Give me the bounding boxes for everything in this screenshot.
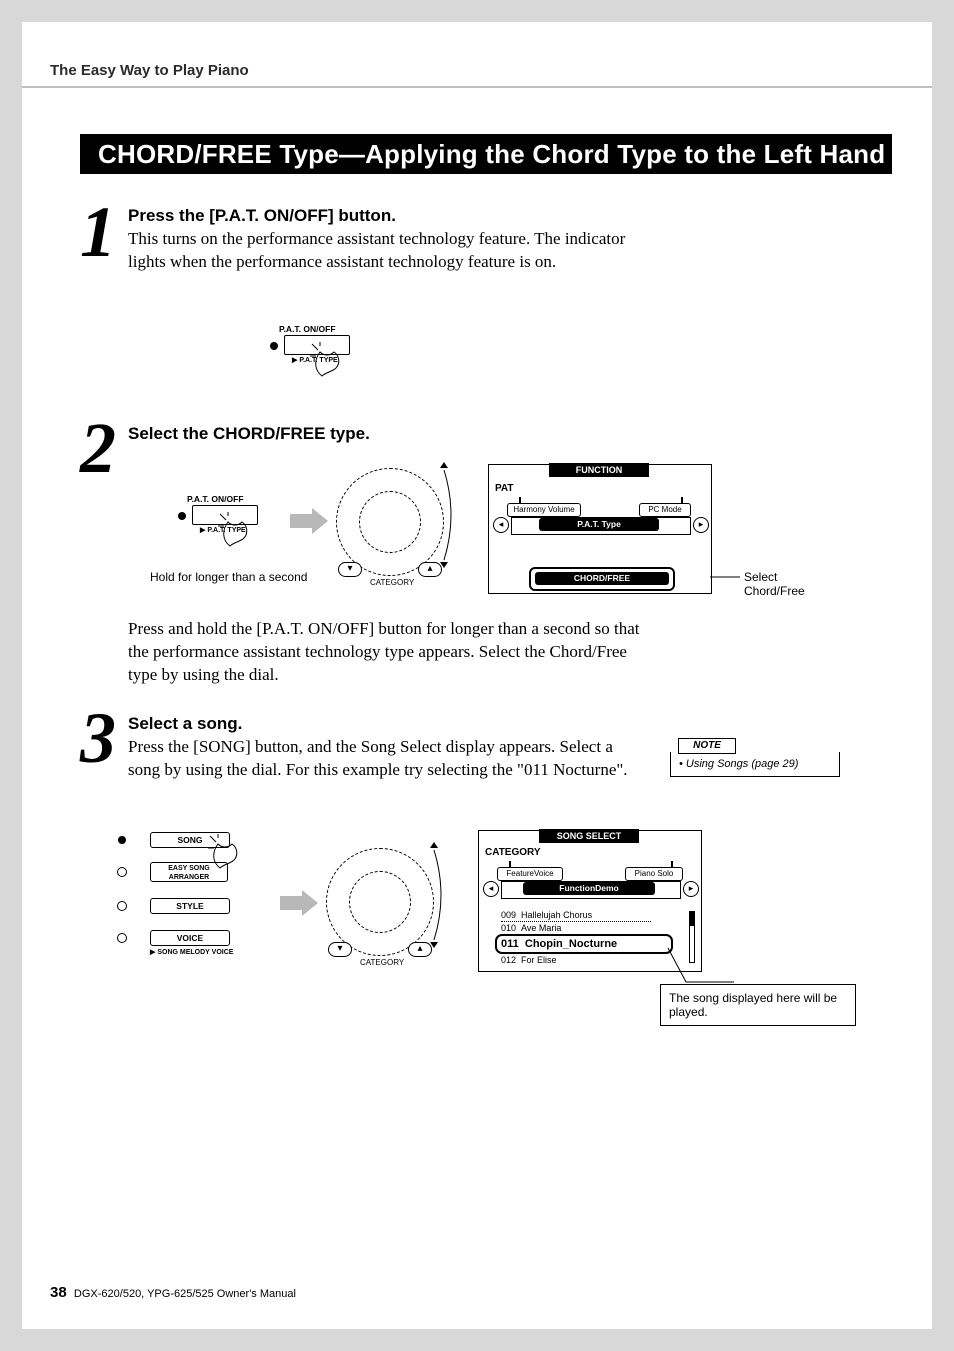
- song-no: 009: [501, 910, 516, 920]
- pat-onoff-label: P.A.T. ON/OFF: [279, 324, 336, 334]
- song-melody-voice-label: ▶ SONG MELODY VOICE: [150, 948, 233, 956]
- note-box: • Using Songs (page 29): [670, 752, 840, 777]
- song-row: 012 For Elise: [501, 954, 651, 966]
- dial-2-inner: [349, 871, 411, 933]
- dial-2-category-label: CATEGORY: [360, 958, 404, 967]
- song-row: 009 Hallelujah Chorus: [501, 909, 651, 922]
- lcd-category-label: CATEGORY: [485, 847, 541, 858]
- lcd-left-arrow-icon-2: ◂: [483, 881, 499, 897]
- footer: 38 DGX-620/520, YPG-625/525 Owner's Manu…: [50, 1284, 296, 1301]
- header-rule: [22, 86, 932, 88]
- arrow-right-icon-2: [280, 890, 320, 916]
- step-2-body: Press and hold the [P.A.T. ON/OFF] butto…: [128, 618, 658, 687]
- song-row: 010 Ave Maria: [501, 922, 651, 934]
- song-row-selected: 011 Chopin_Nocturne: [495, 934, 673, 954]
- pat-onoff-label-2: P.A.T. ON/OFF: [187, 494, 244, 504]
- lcd-pat-type-strip: P.A.T. Type: [539, 518, 659, 531]
- song-list: 009 Hallelujah Chorus 010 Ave Maria 011 …: [501, 909, 673, 966]
- hold-caption: Hold for longer than a second: [150, 570, 307, 584]
- lcd-pc-mode: PC Mode: [639, 503, 691, 517]
- select-chord-free-callout: Select Chord/Free: [744, 570, 824, 598]
- step-3-number: 3: [80, 702, 116, 774]
- note-bullet: • Using Songs (page 29): [679, 758, 798, 770]
- leader-line: [710, 576, 740, 578]
- step-1-body: This turns on the performance assistant …: [128, 228, 658, 274]
- manual-title: DGX-620/520, YPG-625/525 Owner's Manual: [74, 1288, 296, 1300]
- style-button: STYLE: [150, 898, 230, 914]
- lcd-functiondemo-strip: FunctionDemo: [523, 882, 655, 895]
- easy-song-arranger-button: EASY SONG ARRANGER: [150, 862, 228, 882]
- section-title: CHORD/FREE Type—Applying the Chord Type …: [80, 134, 892, 174]
- lcd-title: FUNCTION: [549, 463, 649, 477]
- pat-led-icon: [270, 342, 278, 350]
- pat-led-icon-2: [178, 512, 186, 520]
- song-no: 012: [501, 955, 516, 965]
- page-number: 38: [50, 1284, 67, 1301]
- lcd-right-arrow-icon: ▸: [693, 517, 709, 533]
- dial-inner: [359, 491, 421, 553]
- lcd-left-arrow-icon: ◂: [493, 517, 509, 533]
- step-1-number: 1: [80, 196, 116, 268]
- song-name: Chopin_Nocturne: [525, 938, 617, 950]
- song-melody-voice-label-text: SONG MELODY VOICE: [157, 949, 233, 956]
- led-icon: [117, 867, 127, 877]
- step-3-heading: Select a song.: [128, 714, 242, 734]
- step-3-buttons-figure: SONG EASY SONG ARRANGER STYLE VOICE ▶ SO…: [118, 832, 278, 972]
- step-3-body: Press the [SONG] button, and the Song Se…: [128, 736, 648, 782]
- hand-pointer-icon: [310, 342, 360, 386]
- step-1-figure: P.A.T. ON/OFF ▶ P.A.T. TYPE: [270, 320, 390, 390]
- song-callout-text: The song displayed here will be played.: [669, 991, 837, 1019]
- song-callout: The song displayed here will be played.: [660, 984, 856, 1026]
- lcd-value-frame: CHORD/FREE: [529, 567, 675, 591]
- song-name: Ave Maria: [521, 923, 561, 933]
- scrollbar-thumb: [690, 912, 694, 926]
- led-icon: [117, 901, 127, 911]
- dial-category-label: CATEGORY: [370, 578, 414, 587]
- song-no: 011: [501, 938, 519, 950]
- song-no: 010: [501, 923, 516, 933]
- hand-pointer-icon-2: [218, 512, 268, 556]
- arrow-right-icon: [290, 508, 330, 534]
- step-2-button-figure: P.A.T. ON/OFF ▶ P.A.T. TYPE Hold for lon…: [150, 490, 330, 600]
- lcd-function-screen: FUNCTION PAT Harmony Volume PC Mode ◂ ▸ …: [488, 464, 712, 594]
- led-icon: [118, 836, 126, 844]
- song-name: For Elise: [521, 955, 557, 965]
- dial-minus-button: ▾: [338, 562, 362, 577]
- led-icon: [117, 933, 127, 943]
- dial-2-minus-button: ▾: [328, 942, 352, 957]
- song-name: Hallelujah Chorus: [521, 910, 592, 920]
- lcd-song-title: SONG SELECT: [539, 829, 639, 843]
- lcd-pat-label: PAT: [495, 483, 514, 494]
- dial-arrow-icon: [438, 460, 462, 570]
- lcd-piano-solo: Piano Solo: [625, 867, 683, 881]
- dial-2: [326, 848, 434, 956]
- step-2-number: 2: [80, 412, 116, 484]
- voice-button: VOICE: [150, 930, 230, 946]
- lcd-featurevoice: FeatureVoice: [497, 867, 563, 881]
- lcd-harmony-volume: Harmony Volume: [507, 503, 581, 517]
- dial: [336, 468, 444, 576]
- lcd-value: CHORD/FREE: [535, 572, 669, 585]
- step-2-heading: Select the CHORD/FREE type.: [128, 424, 370, 444]
- step-1-heading: Press the [P.A.T. ON/OFF] button.: [128, 206, 396, 226]
- running-head: The Easy Way to Play Piano: [50, 62, 249, 79]
- dial-2-arrow-icon: [428, 840, 452, 950]
- lcd-right-arrow-icon-2: ▸: [683, 881, 699, 897]
